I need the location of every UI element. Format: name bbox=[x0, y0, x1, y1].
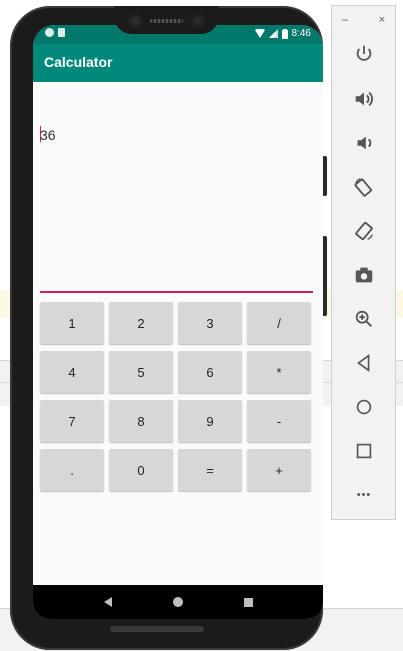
more-icon: ••• bbox=[356, 489, 372, 501]
app-title: Calculator bbox=[44, 54, 113, 70]
emulator-toolbar: – × ••• bbox=[331, 5, 396, 520]
camera-icon bbox=[355, 267, 373, 283]
volume-up-icon bbox=[355, 91, 373, 107]
rotate-left-icon bbox=[354, 178, 373, 197]
key-8-button[interactable]: 8 bbox=[109, 400, 173, 442]
nav-recent-icon[interactable] bbox=[243, 597, 253, 607]
phone-frame: 8:46 Calculator 36 1 2 3/ 4 5 6 * 7 8 9-. 0 = + bbox=[10, 6, 327, 650]
camera-notch bbox=[114, 6, 219, 34]
volume-down-button[interactable] bbox=[349, 128, 379, 158]
calculator-display[interactable]: 36 bbox=[40, 127, 56, 143]
key-0-button[interactable]: 0 bbox=[109, 449, 173, 491]
status-time: 8:46 bbox=[291, 28, 311, 39]
front-camera-icon bbox=[191, 14, 205, 28]
rotate-right-button[interactable] bbox=[349, 216, 379, 246]
phone-side-button bbox=[323, 156, 327, 196]
front-camera-icon bbox=[128, 14, 142, 28]
key-multiply-button[interactable]: * bbox=[247, 351, 311, 393]
key-subtract-button[interactable]: - bbox=[247, 400, 311, 442]
sim-icon bbox=[58, 28, 65, 37]
overview-button[interactable] bbox=[349, 436, 379, 466]
nav-back-icon[interactable] bbox=[103, 597, 112, 607]
app-bar: Calculator bbox=[33, 44, 323, 82]
back-icon bbox=[357, 354, 370, 372]
key-equals-button[interactable]: = bbox=[178, 449, 242, 491]
phone-volume-button bbox=[323, 236, 327, 316]
nav-home-icon[interactable] bbox=[172, 597, 183, 607]
volume-down-icon bbox=[357, 136, 372, 150]
signal-icon bbox=[268, 29, 278, 38]
minimize-button[interactable]: – bbox=[342, 14, 348, 26]
power-icon bbox=[356, 45, 372, 61]
overview-icon bbox=[356, 443, 372, 459]
key-decimal-button[interactable]: . bbox=[40, 449, 104, 491]
key-divide-button[interactable]: / bbox=[247, 302, 311, 344]
close-button[interactable]: × bbox=[379, 14, 385, 26]
key-3-button[interactable]: 3 bbox=[178, 302, 242, 344]
earpiece-speaker bbox=[150, 19, 183, 23]
keypad: 1 2 3/ 4 5 6 * 7 8 9-. 0 = + bbox=[40, 302, 312, 491]
key-add-button[interactable]: + bbox=[247, 449, 311, 491]
rotate-left-button[interactable] bbox=[349, 172, 379, 202]
device-screen: 8:46 Calculator 36 1 2 3/ 4 5 6 * 7 8 9-. 0 = + bbox=[33, 25, 323, 619]
home-icon bbox=[356, 399, 372, 415]
key-4-button[interactable]: 4 bbox=[40, 351, 104, 393]
key-9-button[interactable]: 9 bbox=[178, 400, 242, 442]
volume-up-button[interactable] bbox=[349, 84, 379, 114]
back-button[interactable] bbox=[349, 348, 379, 378]
power-button[interactable] bbox=[349, 39, 379, 69]
zoom-icon bbox=[355, 310, 372, 327]
key-1-button[interactable]: 1 bbox=[40, 302, 104, 344]
screenshot-button[interactable] bbox=[349, 260, 379, 290]
more-button[interactable]: ••• bbox=[349, 480, 379, 510]
key-7-button[interactable]: 7 bbox=[40, 400, 104, 442]
zoom-button[interactable] bbox=[349, 304, 379, 334]
key-6-button[interactable]: 6 bbox=[178, 351, 242, 393]
battery-icon bbox=[281, 28, 288, 39]
key-5-button[interactable]: 5 bbox=[109, 351, 173, 393]
home-button[interactable] bbox=[349, 392, 379, 422]
rotate-right-icon bbox=[355, 221, 373, 241]
display-underline bbox=[40, 291, 313, 293]
notification-icon bbox=[45, 28, 54, 37]
navigation-bar bbox=[33, 585, 323, 619]
key-2-button[interactable]: 2 bbox=[109, 302, 173, 344]
wifi-icon bbox=[254, 29, 265, 38]
bottom-speaker bbox=[110, 626, 204, 632]
